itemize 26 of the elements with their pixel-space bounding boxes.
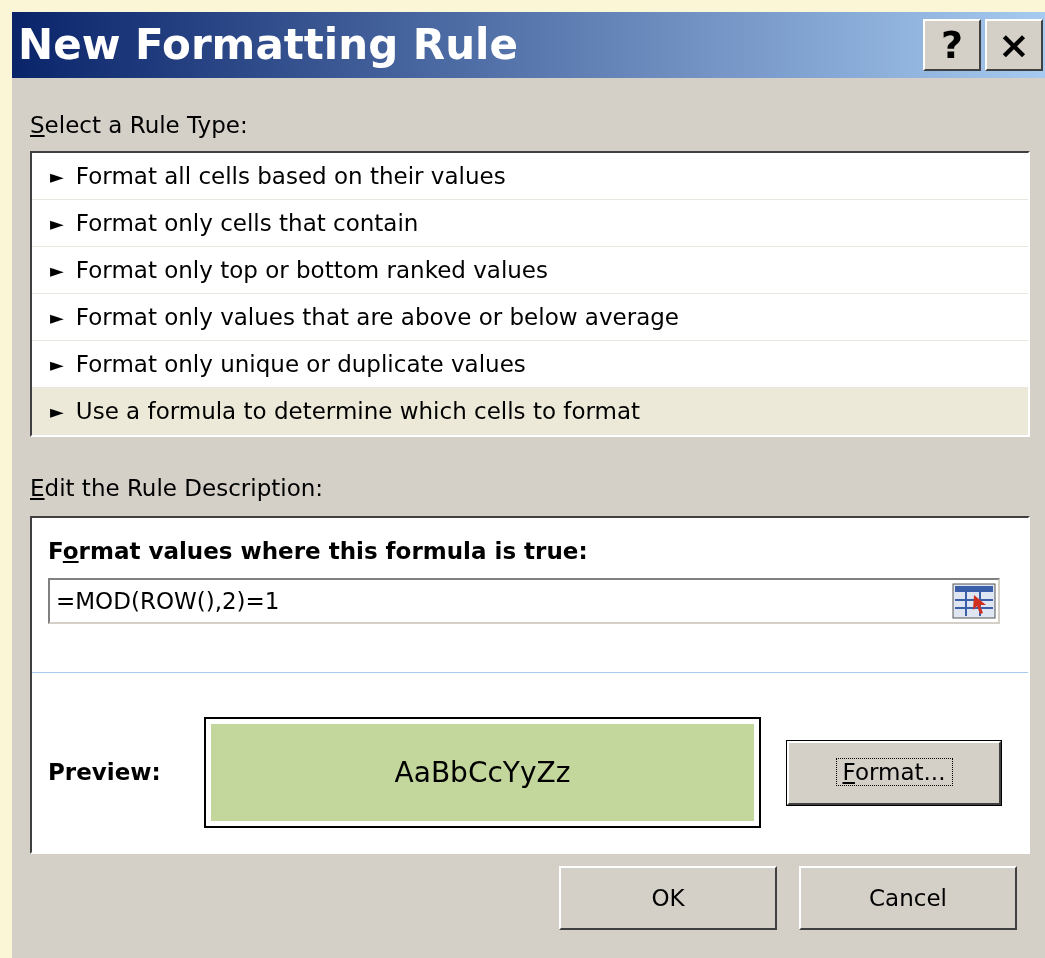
item-label: Use a formula to determine which cells to format xyxy=(75,396,641,426)
section-label: Edit the Rule Description: xyxy=(30,477,325,500)
item-label: Format only cells that contain xyxy=(75,208,419,238)
item-label: Format only values that are above or below average xyxy=(75,302,679,332)
arrow-icon: ► xyxy=(50,209,64,237)
preview-label: Preview: xyxy=(48,758,162,788)
item-label: Format all cells based on their values xyxy=(75,161,506,191)
arrow-icon: ► xyxy=(50,350,64,378)
window-title: New Formatting Rule xyxy=(18,24,519,66)
ok-button[interactable]: OK xyxy=(559,866,777,930)
close-button[interactable]: × xyxy=(985,19,1043,71)
arrow-icon: ► xyxy=(50,162,64,190)
section-label: Select a Rule Type: xyxy=(30,114,249,137)
formula-label: Format values where this formula is true: xyxy=(48,538,588,564)
format-button[interactable]: Format... xyxy=(787,740,1001,805)
formula-field[interactable]: =MOD(ROW(),2)=1 xyxy=(48,578,1000,624)
range-picker-icon[interactable] xyxy=(952,583,996,619)
cancel-button[interactable]: Cancel xyxy=(799,866,1017,930)
arrow-icon: ► xyxy=(50,397,64,425)
rule-type-item[interactable]: ► Use a formula to determine which cells to format xyxy=(32,388,1028,435)
item-label: Format only unique or duplicate values xyxy=(75,349,526,379)
item-label: Format only top or bottom ranked values xyxy=(75,255,548,285)
help-button[interactable]: ? xyxy=(923,19,981,71)
arrow-icon: ► xyxy=(50,303,64,331)
preview-sample: AaBbCcYyZz xyxy=(394,754,571,791)
arrow-icon: ► xyxy=(50,256,64,284)
